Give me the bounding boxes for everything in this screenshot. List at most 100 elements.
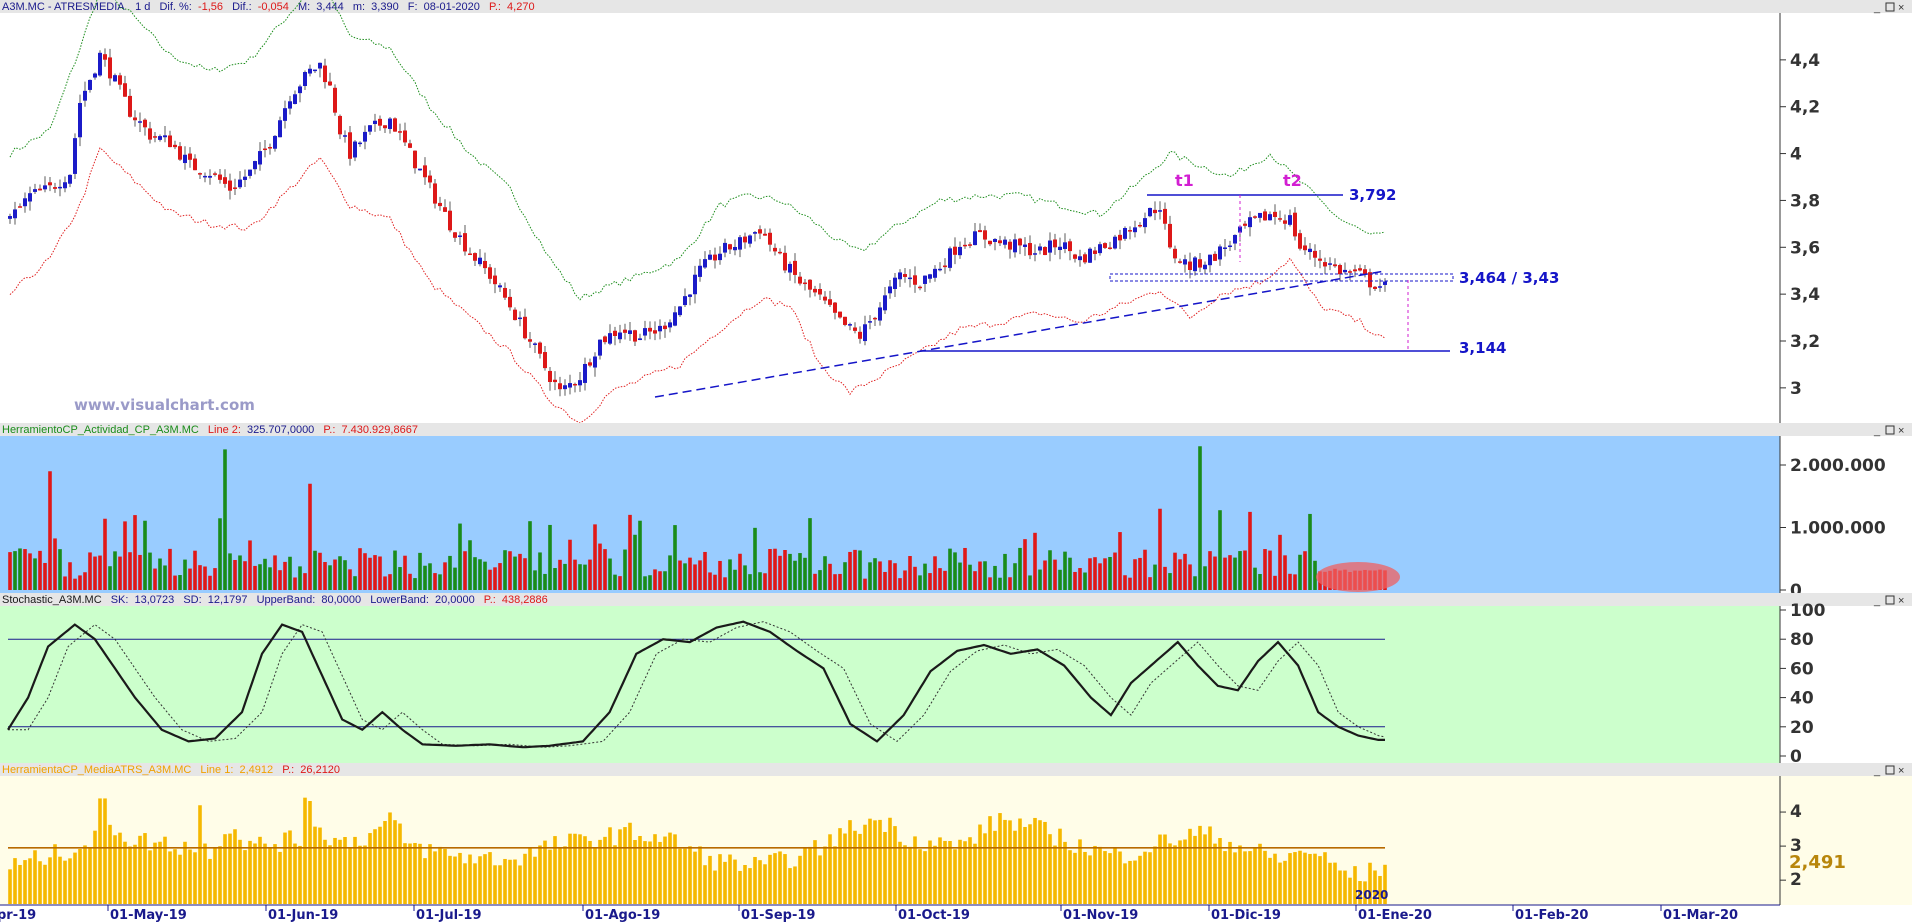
atr-bar [353, 836, 357, 904]
volume-bar [403, 555, 407, 590]
atr-bar [623, 827, 627, 904]
atr-bar [498, 865, 502, 904]
atr-bar [758, 860, 762, 904]
volume-bar [318, 552, 322, 590]
atr-bar [253, 843, 257, 904]
atr-bar [143, 833, 147, 904]
atr-bar [198, 805, 202, 904]
atr-bar [788, 868, 792, 904]
atr-bar [1028, 824, 1032, 904]
volume-bar [848, 551, 852, 590]
atr-bar [618, 829, 622, 904]
atr-bar [1063, 841, 1067, 904]
volume-bar [1248, 511, 1252, 590]
atr-bar [1238, 845, 1242, 904]
volume-bar [1018, 547, 1022, 590]
atr-bar [973, 843, 977, 904]
atr-bar [158, 841, 162, 904]
volume-bar [1213, 556, 1217, 590]
atr-bar [118, 832, 122, 904]
atr-bar [508, 859, 512, 904]
volume-bar [18, 548, 22, 590]
volume-bar [163, 565, 167, 590]
volume-bar [753, 527, 757, 590]
minimize-icon[interactable]: _ [1873, 765, 1881, 777]
atr-bar [1303, 852, 1307, 904]
volume-bar [948, 548, 952, 590]
volume-bar [703, 551, 707, 590]
atr-bar [113, 835, 117, 904]
atr-bar [1013, 830, 1017, 904]
volume-bar [88, 552, 92, 590]
volume-bar [1073, 571, 1077, 590]
minimize-icon[interactable]: _ [1873, 595, 1881, 607]
atr-bar [1143, 851, 1147, 904]
volume-bar [278, 570, 282, 590]
atr-bar [78, 848, 82, 904]
atr-bar [583, 836, 587, 904]
volume-bar [1228, 555, 1232, 590]
atr-bar [1008, 820, 1012, 904]
atr-bar [1043, 821, 1047, 904]
atr-bar [603, 836, 607, 904]
volume-bar [198, 565, 202, 590]
volume-bar [33, 558, 37, 590]
close-icon[interactable]: × [1898, 425, 1904, 437]
atr-indicator-name: HerramientaCP_MediaATRS_A3M.MC [2, 764, 191, 776]
atr-bar [293, 843, 297, 904]
volume-bar [73, 578, 77, 590]
volume-bar [1113, 552, 1117, 590]
atr-bar [628, 822, 632, 904]
minimize-icon[interactable]: _ [1873, 2, 1881, 14]
x-axis-label: 01-May-19 [110, 908, 187, 922]
close-icon[interactable]: × [1898, 2, 1904, 14]
price-y-tick: 3,2 [1790, 332, 1820, 352]
volume-bar [633, 534, 637, 590]
volume-bar [118, 556, 122, 590]
volume-bar [1098, 563, 1102, 590]
volume-bar [778, 555, 782, 590]
volume-bar [438, 574, 442, 590]
atr-bar [98, 798, 102, 904]
volume-bar [1303, 551, 1307, 590]
volume-bar [473, 557, 477, 590]
atr-bar [848, 820, 852, 904]
volume-y-tick: 2.000.000 [1790, 456, 1886, 476]
volume-bar [958, 562, 962, 590]
atr-bar [393, 820, 397, 904]
volume-bar [308, 483, 312, 590]
atr-bar [918, 849, 922, 904]
atr-bar [643, 841, 647, 904]
atr-bar [503, 858, 507, 904]
atr-bar [693, 851, 697, 904]
volume-bar [1003, 553, 1007, 590]
atr-bar [1313, 853, 1317, 904]
volume-bar [798, 553, 802, 590]
atr-bar [278, 851, 282, 904]
close-icon[interactable]: × [1898, 595, 1904, 607]
volume-bar [1033, 532, 1037, 590]
x-axis-label: 01-Mar-20 [1663, 908, 1738, 922]
volume-indicator-name: HerramientoCP_Actividad_CP_A3M.MC [2, 424, 199, 436]
atr-bar [398, 823, 402, 904]
minimize-icon[interactable]: _ [1873, 425, 1881, 437]
resistance-label: 3,792 [1349, 186, 1396, 204]
atr-bar [83, 845, 87, 904]
volume-bar [1138, 557, 1142, 590]
atr-bar [908, 846, 912, 904]
atr-bar [298, 845, 302, 904]
close-icon[interactable]: × [1898, 765, 1904, 777]
volume-bar [643, 576, 647, 590]
volume-bar [603, 549, 607, 590]
atr-bar [48, 857, 52, 904]
atr-bar [713, 870, 717, 904]
volume-bar [483, 561, 487, 590]
volume-bar [808, 518, 812, 590]
volume-bar [673, 525, 677, 590]
volume-bar [453, 567, 457, 590]
volume-bar [103, 518, 107, 590]
volume-bar [208, 575, 212, 590]
volume-bar [68, 562, 72, 590]
atr-bar [223, 834, 227, 904]
atr-bar [18, 864, 22, 904]
